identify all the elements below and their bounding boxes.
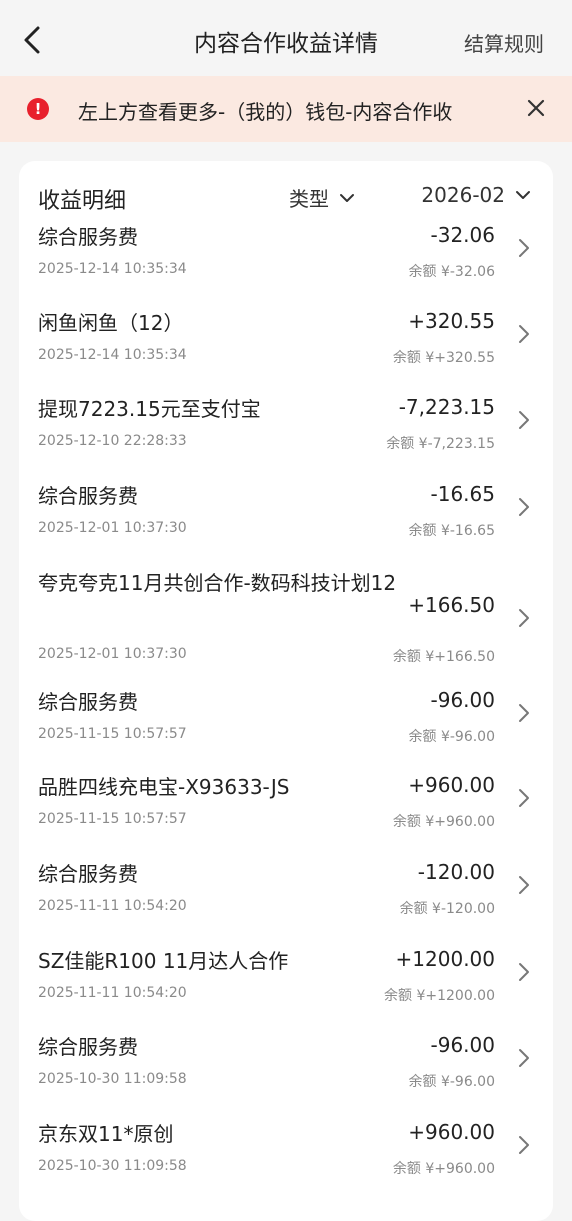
item-balance: 余额 ¥-16.65 bbox=[408, 523, 496, 539]
item-timestamp: 2025-11-15 10:57:57 bbox=[38, 726, 187, 742]
chevron-right-icon bbox=[519, 704, 529, 722]
item-balance: 余额 ¥+960.00 bbox=[392, 814, 495, 830]
item-timestamp: 2025-10-30 11:09:58 bbox=[38, 1071, 187, 1087]
item-title: 综合服务费 bbox=[38, 225, 138, 249]
item-title: 综合服务费 bbox=[38, 862, 138, 886]
item-balance: 余额 ¥-32.06 bbox=[408, 264, 496, 280]
chevron-down-icon bbox=[340, 193, 354, 202]
card-header: 收益明细 类型 2026-02 bbox=[19, 161, 553, 221]
item-amount: -96.00 bbox=[430, 688, 495, 712]
item-title: 品胜四线充电宝-X93633-JS bbox=[38, 775, 290, 799]
item-balance: 余额 ¥-96.00 bbox=[408, 1074, 496, 1090]
chevron-right-icon bbox=[519, 1136, 529, 1154]
item-amount: +166.50 bbox=[408, 593, 495, 617]
item-amount: +1200.00 bbox=[395, 947, 495, 971]
card-title: 收益明细 bbox=[38, 189, 127, 214]
type-filter-dropdown[interactable]: 类型 bbox=[289, 183, 355, 212]
chevron-right-icon bbox=[519, 498, 529, 516]
earnings-card: 综合服务费 2025-12-14 10:35:34 -32.06 余额 ¥-32.06… bbox=[19, 161, 553, 1221]
close-icon bbox=[527, 99, 545, 117]
item-timestamp: 2025-12-01 10:37:30 bbox=[38, 520, 187, 536]
close-notice-button[interactable] bbox=[522, 94, 550, 122]
list-item[interactable]: 品胜四线充电宝-X93633-JS 2025-11-15 10:57:57 +960… bbox=[19, 773, 553, 859]
item-balance: 余额 ¥+166.50 bbox=[392, 649, 495, 665]
item-amount: -32.06 bbox=[430, 223, 495, 247]
item-balance: 余额 ¥+960.00 bbox=[392, 1161, 495, 1177]
alert-icon: ! bbox=[27, 98, 49, 120]
item-amount: -7,223.15 bbox=[398, 395, 495, 419]
notice-text: 左上方查看更多-（我的）钱包-内容合作收 bbox=[78, 100, 453, 124]
item-timestamp: 2025-11-15 10:57:57 bbox=[38, 811, 187, 827]
item-timestamp: 2025-12-14 10:35:34 bbox=[38, 261, 187, 277]
chevron-right-icon bbox=[519, 239, 529, 257]
settlement-rules-link[interactable]: 结算规则 bbox=[464, 28, 544, 57]
list-item[interactable]: 综合服务费 2025-12-14 10:35:34 -32.06 余额 ¥-32.06 bbox=[19, 223, 553, 309]
item-amount: -96.00 bbox=[430, 1033, 495, 1057]
item-timestamp: 2025-12-01 10:37:30 bbox=[38, 646, 187, 662]
chevron-right-icon bbox=[519, 411, 529, 429]
chevron-right-icon bbox=[519, 325, 529, 343]
item-timestamp: 2025-11-11 10:54:20 bbox=[38, 985, 187, 1001]
notice-banner: ! 左上方查看更多-（我的）钱包-内容合作收 bbox=[0, 76, 572, 142]
month-filter-dropdown[interactable]: 2026-02 bbox=[421, 183, 531, 207]
list-item[interactable]: 综合服务费 2025-10-30 11:09:58 -96.00 余额 ¥-96.00 bbox=[19, 1033, 553, 1119]
item-balance: 余额 ¥-120.00 bbox=[399, 901, 495, 917]
type-filter-label: 类型 bbox=[289, 187, 329, 211]
item-title: 综合服务费 bbox=[38, 484, 138, 508]
item-amount: +320.55 bbox=[408, 309, 495, 333]
item-balance: 余额 ¥-96.00 bbox=[408, 729, 496, 745]
item-amount: +960.00 bbox=[408, 773, 495, 797]
item-balance: 余额 ¥+320.55 bbox=[392, 350, 495, 366]
month-filter-label: 2026-02 bbox=[421, 183, 505, 207]
chevron-right-icon bbox=[519, 1049, 529, 1067]
chevron-right-icon bbox=[519, 609, 529, 627]
item-timestamp: 2025-12-10 22:28:33 bbox=[38, 433, 187, 449]
chevron-right-icon bbox=[519, 876, 529, 894]
list-item[interactable]: 夸克夸克11月共创合作-数码科技计划12 2025-12-01 10:37:30 +… bbox=[19, 569, 553, 687]
item-title: 夸克夸克11月共创合作-数码科技计划12 bbox=[38, 571, 397, 595]
item-balance: 余额 ¥+1200.00 bbox=[384, 988, 495, 1004]
list-item[interactable]: 综合服务费 2025-11-15 10:57:57 -96.00 余额 ¥-96.00 bbox=[19, 688, 553, 774]
item-title: 闲鱼闲鱼（12） bbox=[38, 311, 184, 335]
item-amount: +960.00 bbox=[408, 1120, 495, 1144]
list-item[interactable]: 综合服务费 2025-12-01 10:37:30 -16.65 余额 ¥-16.65 bbox=[19, 482, 553, 568]
item-title: 综合服务费 bbox=[38, 1035, 138, 1059]
list-item[interactable]: 闲鱼闲鱼（12） 2025-12-14 10:35:34 +320.55 余额 ¥+3… bbox=[19, 309, 553, 395]
item-title: 京东双11*原创 bbox=[38, 1122, 174, 1146]
chevron-down-icon bbox=[516, 191, 530, 199]
item-timestamp: 2025-11-11 10:54:20 bbox=[38, 898, 187, 914]
item-amount: -16.65 bbox=[430, 482, 495, 506]
top-bar: 内容合作收益详情 结算规则 bbox=[0, 0, 572, 76]
list-item[interactable]: SZ佳能R100 11月达人合作 2025-11-11 10:54:20 +1200… bbox=[19, 947, 553, 1033]
item-title: SZ佳能R100 11月达人合作 bbox=[38, 949, 289, 973]
chevron-right-icon bbox=[519, 963, 529, 981]
item-title: 综合服务费 bbox=[38, 690, 138, 714]
list-item[interactable]: 综合服务费 2025-11-11 10:54:20 -120.00 余额 ¥-120.… bbox=[19, 860, 553, 946]
list-item[interactable]: 提现7223.15元至支付宝 2025-12-10 22:28:33 -7,223.… bbox=[19, 395, 553, 481]
chevron-right-icon bbox=[519, 789, 529, 807]
item-timestamp: 2025-10-30 11:09:58 bbox=[38, 1158, 187, 1174]
list-item[interactable]: 京东双11*原创 2025-10-30 11:09:58 +960.00 余额 ¥+9… bbox=[19, 1120, 553, 1206]
item-amount: -120.00 bbox=[417, 860, 495, 884]
item-title: 提现7223.15元至支付宝 bbox=[38, 397, 261, 421]
item-timestamp: 2025-12-14 10:35:34 bbox=[38, 347, 187, 363]
item-balance: 余额 ¥-7,223.15 bbox=[386, 436, 495, 452]
